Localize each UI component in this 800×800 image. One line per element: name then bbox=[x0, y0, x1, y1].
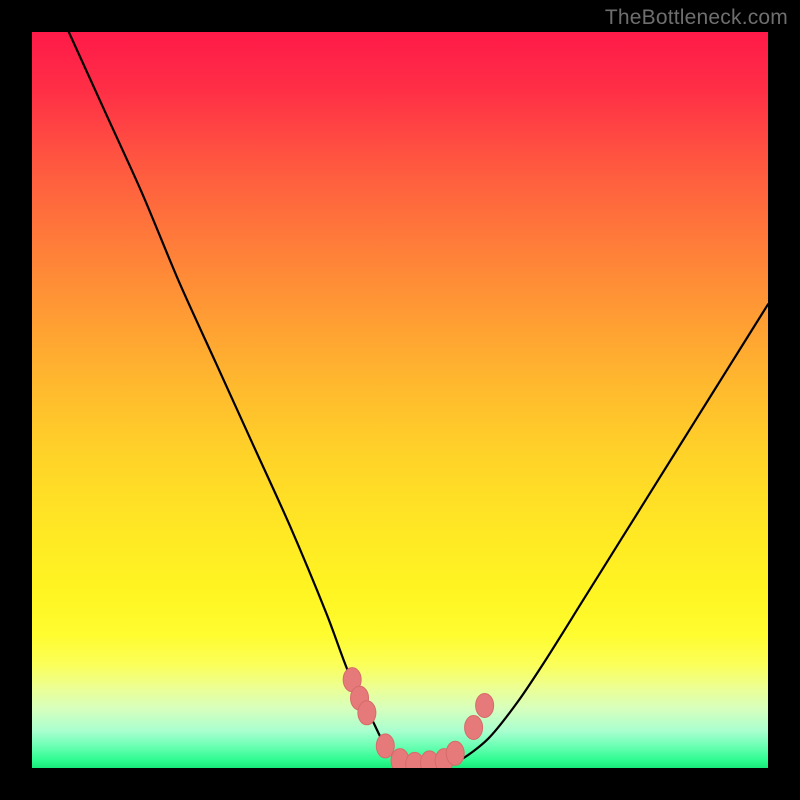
plot-svg bbox=[32, 32, 768, 768]
watermark-text: TheBottleneck.com bbox=[605, 6, 788, 30]
bottleneck-curve bbox=[69, 32, 768, 765]
marker-point bbox=[358, 701, 376, 725]
marker-point bbox=[446, 741, 464, 765]
plot-area bbox=[32, 32, 768, 768]
marker-point bbox=[465, 716, 483, 740]
marker-point bbox=[476, 693, 494, 717]
marker-point bbox=[376, 734, 394, 758]
chart-frame: TheBottleneck.com bbox=[0, 0, 800, 800]
